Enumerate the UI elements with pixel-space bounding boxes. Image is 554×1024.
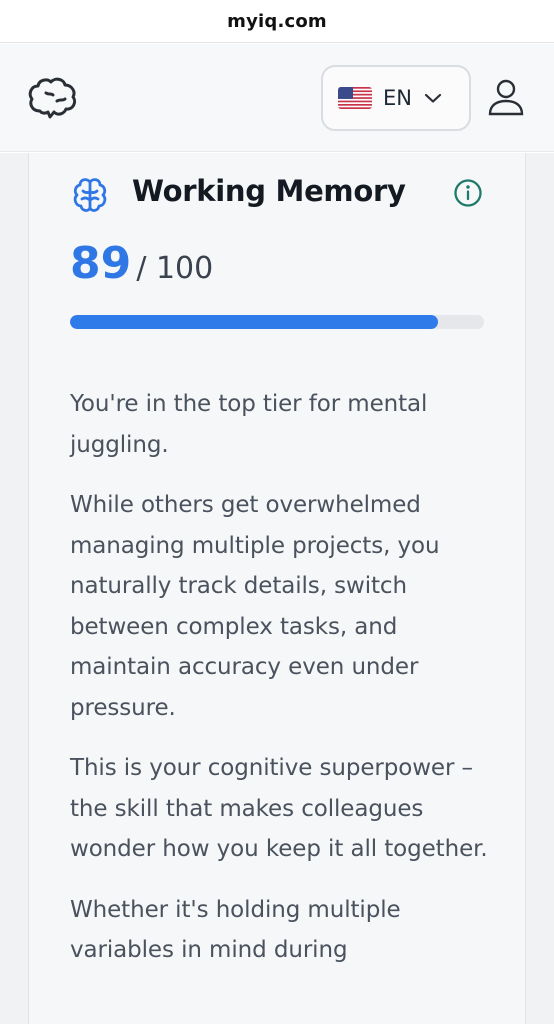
brain-icon — [73, 178, 107, 212]
info-icon[interactable] — [452, 177, 484, 209]
browser-address-bar[interactable]: myiq.com — [0, 0, 554, 43]
site-header: EN — [0, 44, 554, 152]
description-paragraph: You're in the top tier for mental juggli… — [70, 391, 428, 458]
score-progress-fill — [70, 315, 439, 329]
card-title: Working Memory — [132, 174, 406, 208]
user-account-icon[interactable] — [486, 78, 526, 118]
description-paragraph: While others get overwhelmed managing mu… — [70, 492, 440, 721]
language-code: EN — [383, 86, 412, 110]
us-flag-icon — [338, 87, 372, 109]
description-paragraph: Whether it's holding multiple variables … — [70, 896, 401, 964]
url-text: myiq.com — [227, 10, 327, 32]
score-progress-bar — [70, 315, 484, 329]
brain-outline-icon[interactable] — [26, 75, 78, 121]
chevron-down-icon — [424, 93, 442, 103]
score-description: You're in the top tier for mental juggli… — [70, 384, 498, 991]
score-max: / 100 — [136, 251, 214, 286]
description-paragraph: This is your cognitive superpower – the … — [70, 755, 488, 862]
score-value: 89 — [70, 238, 132, 289]
score-display: 89 / 100 — [70, 238, 213, 289]
card-header: Working Memory — [70, 172, 490, 216]
language-selector[interactable]: EN — [321, 65, 471, 131]
